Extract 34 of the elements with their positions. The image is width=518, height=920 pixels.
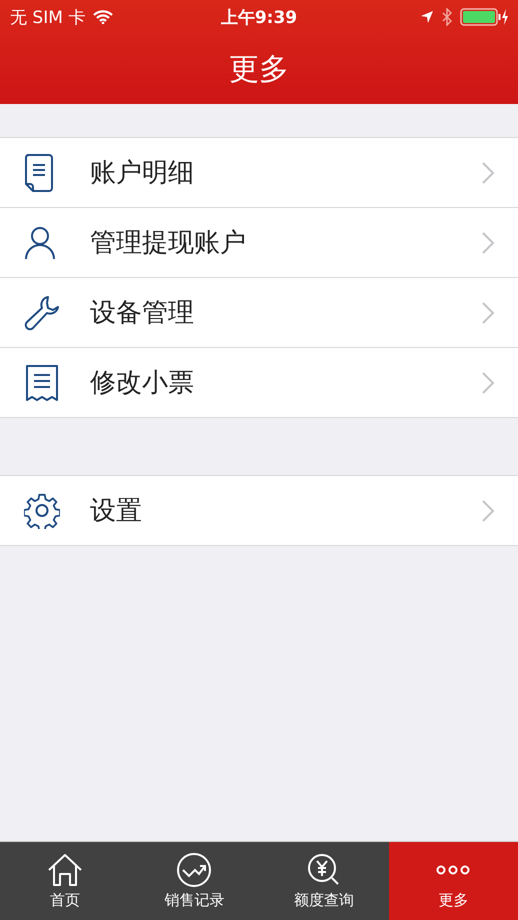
menu-item-label: 设备管理 [90, 297, 195, 330]
menu-item-label: 管理提现账户 [90, 227, 247, 260]
location-icon [420, 10, 434, 24]
tab-item[interactable]: 首页 [0, 842, 130, 920]
wifi-icon [93, 10, 114, 24]
menu-item[interactable]: 设备管理 [0, 278, 518, 348]
person-icon [24, 226, 56, 260]
chevron-icon [482, 372, 494, 394]
tab-item[interactable]: 销售记录 [130, 842, 259, 920]
menu-item-label: 账户明细 [90, 157, 195, 190]
chevron-icon [482, 162, 494, 184]
more-icon [435, 864, 472, 874]
bluetooth-icon [442, 8, 452, 26]
menu-item-label: 设置 [90, 495, 143, 528]
chevron-icon [482, 500, 494, 522]
wrench-icon [24, 294, 60, 330]
tab-item[interactable]: 更多 [388, 842, 518, 920]
trend-chart-icon [176, 852, 212, 886]
menu-item[interactable]: 修改小票 [0, 348, 518, 418]
chevron-icon [482, 232, 494, 254]
home-icon [46, 852, 83, 886]
chevron-icon [482, 302, 494, 324]
receipt-icon [24, 364, 60, 402]
page-title: 更多 [229, 50, 289, 88]
battery-icon [460, 8, 508, 26]
menu-item[interactable]: 设置 [0, 476, 518, 546]
menu-item[interactable]: 账户明细 [0, 138, 518, 208]
settings-icon [24, 492, 60, 528]
tab-item[interactable]: 额度查询 [259, 842, 388, 920]
menu-item-label: 修改小票 [90, 367, 195, 400]
document-icon [24, 154, 54, 192]
carrier-text: 无 SIM 卡 [10, 6, 86, 28]
status-time: 上午9:39 [220, 6, 298, 28]
menu-item[interactable]: 管理提现账户 [0, 208, 518, 278]
